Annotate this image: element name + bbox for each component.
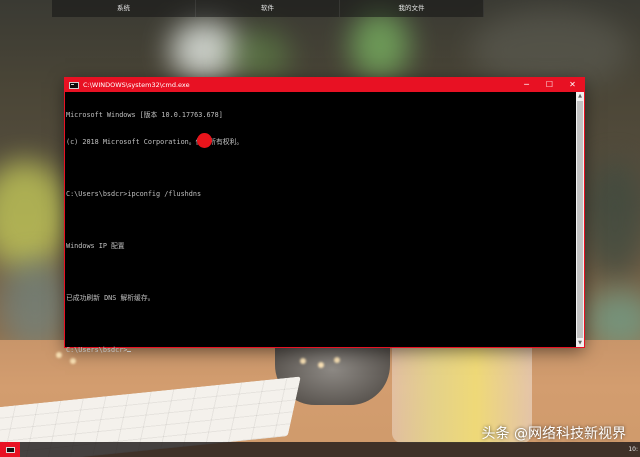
console-line: C:\Users\bsdcr>ipconfig /flushdns: [66, 189, 202, 198]
console-line: Microsoft Windows [版本 10.0.17763.678]: [66, 111, 223, 120]
text-cursor: [127, 350, 132, 353]
top-tab-bar: 系统 软件 我的文件: [52, 0, 484, 17]
console-output[interactable]: Microsoft Windows [版本 10.0.17763.678] (c…: [65, 92, 576, 354]
cmd-window[interactable]: C:\WINDOWS\system32\cmd.exe ─ ☐ ✕ Micros…: [65, 78, 584, 354]
window-titlebar[interactable]: C:\WINDOWS\system32\cmd.exe ─ ☐ ✕: [65, 78, 584, 92]
console-line: Windows IP 配置: [66, 241, 125, 250]
scroll-up-arrow-icon[interactable]: ▲: [576, 92, 584, 100]
tab-my-files[interactable]: 我的文件: [340, 0, 484, 17]
taskbar-cmd-button[interactable]: [0, 442, 20, 457]
window-title: C:\WINDOWS\system32\cmd.exe: [83, 81, 190, 89]
red-annotation-dot: [197, 133, 212, 148]
console-line: (c) 2018 Microsoft Corporation。保留所有权利。: [66, 137, 244, 146]
watermark-text: 头条 @网络科技新视界: [481, 426, 626, 442]
console-prompt: C:\Users\bsdcr>: [66, 346, 128, 355]
console-prompt-line[interactable]: C:\Users\bsdcr>: [66, 346, 575, 355]
window-controls: ─ ☐ ✕: [515, 78, 584, 92]
close-button[interactable]: ✕: [561, 78, 584, 92]
minimize-button[interactable]: ─: [515, 78, 538, 92]
scroll-thumb[interactable]: [577, 101, 583, 338]
taskbar-clock[interactable]: 10:: [628, 442, 638, 457]
console-line: 已成功刷新 DNS 解析缓存。: [66, 294, 155, 303]
tab-system[interactable]: 系统: [52, 0, 196, 17]
console-app-icon[interactable]: [69, 81, 79, 89]
vertical-scrollbar[interactable]: ▲ ▼: [576, 92, 584, 347]
tab-software[interactable]: 软件: [196, 0, 340, 17]
scroll-down-arrow-icon[interactable]: ▼: [576, 339, 584, 347]
taskbar: 10:: [0, 442, 640, 457]
console-app-icon: [5, 446, 15, 453]
maximize-button[interactable]: ☐: [538, 78, 561, 92]
